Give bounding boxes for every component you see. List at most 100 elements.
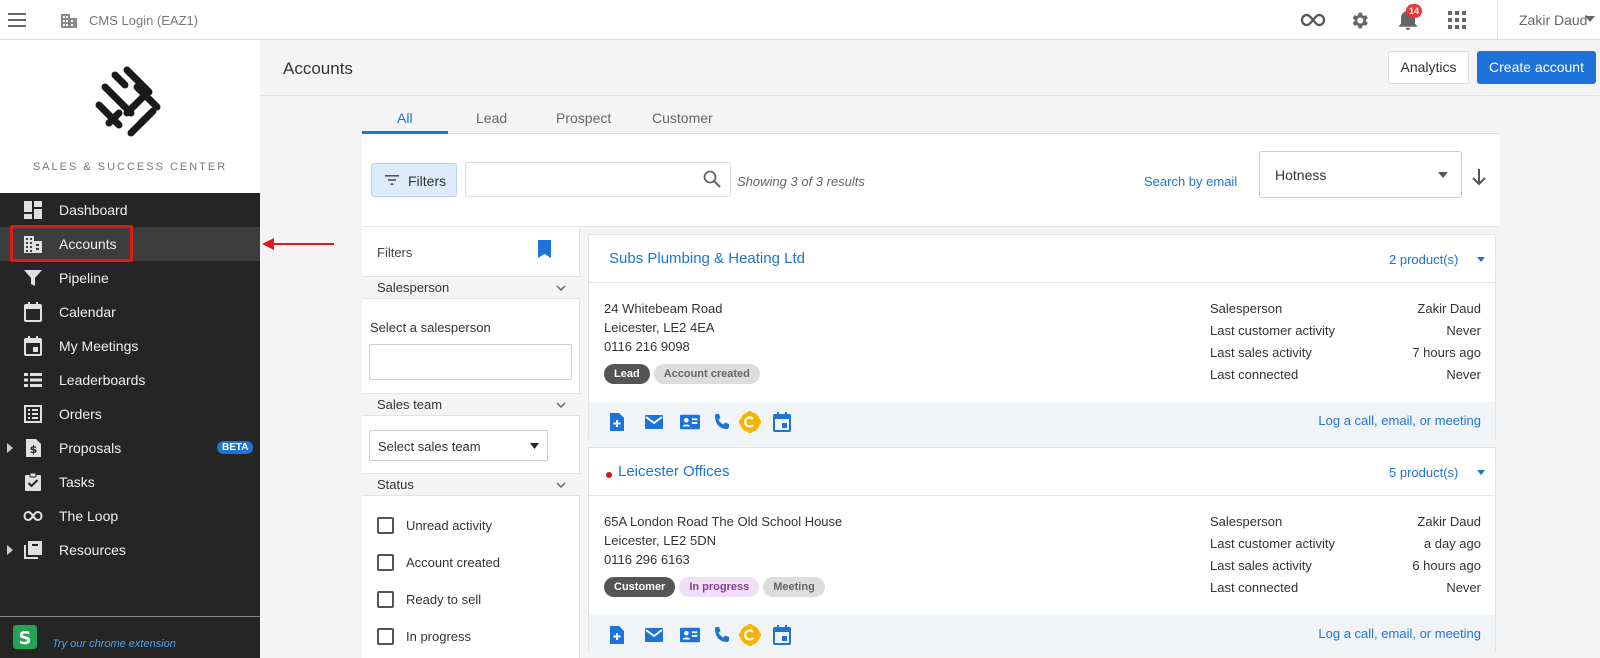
filters-button[interactable]: Filters (371, 163, 457, 197)
checkbox[interactable] (377, 554, 394, 571)
gear-icon[interactable] (1349, 10, 1370, 31)
address-line-2: Leicester, LE2 5DN (604, 533, 717, 548)
products-dropdown[interactable]: 2 product(s) (1389, 252, 1458, 267)
search-by-email-link[interactable]: Search by email (1144, 174, 1237, 189)
last-sales-activity-label: Last sales activity (1210, 345, 1312, 360)
sidebar-item-leaderboards[interactable]: Leaderboards (0, 363, 260, 397)
contact-card-icon[interactable] (680, 412, 700, 432)
bookmark-icon[interactable] (538, 240, 551, 258)
tab-lead[interactable]: Lead (476, 110, 507, 126)
menu-icon[interactable] (8, 11, 28, 29)
card-divider (589, 495, 1495, 496)
infinity-icon[interactable] (1300, 9, 1326, 31)
dashboard-icon (24, 201, 42, 219)
sidebar-item-my-meetings[interactable]: My Meetings (0, 329, 260, 363)
top-bar: CMS Login (EAZ1) 14 Zakir Daud (0, 0, 1600, 40)
list-icon (24, 373, 42, 387)
orders-icon (24, 405, 42, 423)
chevron-down-icon[interactable] (1477, 470, 1485, 475)
chevron-down-icon[interactable] (1477, 257, 1485, 262)
sidebar-item-the-loop[interactable]: The Loop (0, 499, 260, 533)
sidebar-item-tasks[interactable]: Tasks (0, 465, 260, 499)
checkbox-label: Ready to sell (406, 592, 482, 607)
chrome-extension-link[interactable]: Try our chrome extension (52, 638, 176, 650)
status-badge: In progress (679, 577, 760, 597)
account-name-link[interactable]: Subs Plumbing & Heating Ltd (609, 250, 805, 267)
log-activity-link[interactable]: Log a call, email, or meeting (1318, 413, 1481, 428)
sidebar-item-calendar[interactable]: Calendar (0, 295, 260, 329)
sales-team-select[interactable]: Select sales team (369, 430, 548, 461)
email-icon[interactable] (644, 412, 664, 432)
section-title: Salesperson (377, 280, 450, 295)
sidebar-item-dashboard[interactable]: Dashboard (0, 193, 260, 227)
tab-customer[interactable]: Customer (652, 110, 713, 126)
last-customer-activity-label: Last customer activity (1210, 323, 1335, 338)
brand-logo (95, 66, 161, 137)
account-name-link[interactable]: Leicester Offices (618, 463, 729, 480)
chevron-down-icon (1438, 172, 1448, 178)
checkbox[interactable] (377, 628, 394, 645)
contact-card-icon[interactable] (680, 625, 700, 645)
status-badge: Customer (604, 577, 676, 597)
log-activity-link[interactable]: Log a call, email, or meeting (1318, 626, 1481, 641)
sort-direction-icon[interactable] (1470, 167, 1488, 187)
phone-icon[interactable] (712, 412, 732, 432)
sidebar-item-label: The Loop (59, 508, 119, 524)
sidebar-item-pipeline[interactable]: Pipeline (0, 261, 260, 295)
tab-prospect[interactable]: Prospect (556, 110, 611, 126)
checkbox-label: In progress (406, 629, 472, 644)
sort-select[interactable]: Hotness (1259, 151, 1462, 198)
logo-area: SALES & SUCCESS CENTER (0, 40, 260, 193)
calendar-event-icon[interactable] (772, 625, 792, 645)
app-title[interactable]: CMS Login (EAZ1) (89, 13, 198, 28)
add-note-icon[interactable] (607, 412, 627, 432)
email-icon[interactable] (644, 625, 664, 645)
sidebar-item-orders[interactable]: Orders (0, 397, 260, 431)
last-customer-activity-label: Last customer activity (1210, 536, 1335, 551)
filters-label: Filters (408, 173, 447, 189)
infinity-icon (23, 510, 43, 522)
salesperson-section-header[interactable]: Salesperson (362, 276, 580, 299)
status-section-header[interactable]: Status (362, 473, 580, 496)
last-sales-activity-value: 6 hours ago (1412, 558, 1481, 573)
phone-icon[interactable] (712, 625, 732, 645)
salesperson-input[interactable] (369, 344, 572, 380)
sidebar-item-proposals[interactable]: $ Proposals BETA (0, 431, 260, 465)
search-input[interactable] (465, 162, 731, 197)
calendly-icon[interactable] (739, 411, 761, 433)
topbar-divider (1497, 0, 1498, 39)
products-dropdown[interactable]: 5 product(s) (1389, 465, 1458, 480)
chrome-extension-icon[interactable]: S (13, 625, 37, 649)
chevron-down-icon (556, 285, 566, 291)
apps-grid-icon[interactable] (1448, 11, 1466, 29)
sidebar-item-resources[interactable]: Resources (0, 533, 260, 567)
sales-team-select-value: Select sales team (378, 439, 481, 454)
accounts-highlight-box (10, 225, 133, 262)
user-menu[interactable]: Zakir Daud (1519, 12, 1587, 28)
sidebar-item-label: Dashboard (59, 202, 128, 218)
filter-panel: Filters Salesperson Select a salesperson… (362, 227, 580, 658)
last-sales-activity-label: Last sales activity (1210, 558, 1312, 573)
search-icon[interactable] (703, 170, 721, 188)
checkbox[interactable] (377, 591, 394, 608)
salesperson-value: Zakir Daud (1417, 514, 1481, 529)
calendar-event-icon[interactable] (772, 412, 792, 432)
chevron-down-icon[interactable] (1585, 16, 1595, 23)
sort-select-value: Hotness (1275, 167, 1327, 183)
logo-text: SALES & SUCCESS CENTER (32, 161, 228, 173)
results-count: Showing 3 of 3 results (737, 174, 865, 189)
checkbox[interactable] (377, 517, 394, 534)
create-account-button[interactable]: Create account (1477, 51, 1596, 84)
calendly-icon[interactable] (739, 624, 761, 646)
tab-all[interactable]: All (397, 110, 413, 126)
address-line-2: Leicester, LE2 4EA (604, 320, 715, 335)
chevron-right-icon[interactable] (7, 443, 13, 453)
card-divider (589, 282, 1495, 283)
add-note-icon[interactable] (607, 625, 627, 645)
last-connected-label: Last connected (1210, 580, 1299, 595)
sales-team-section-header[interactable]: Sales team (362, 393, 580, 416)
card-actions-bar: Log a call, email, or meeting (589, 402, 1495, 441)
chevron-right-icon[interactable] (7, 545, 13, 555)
phone-number: 0116 296 6163 (604, 552, 690, 567)
analytics-button[interactable]: Analytics (1388, 51, 1469, 84)
